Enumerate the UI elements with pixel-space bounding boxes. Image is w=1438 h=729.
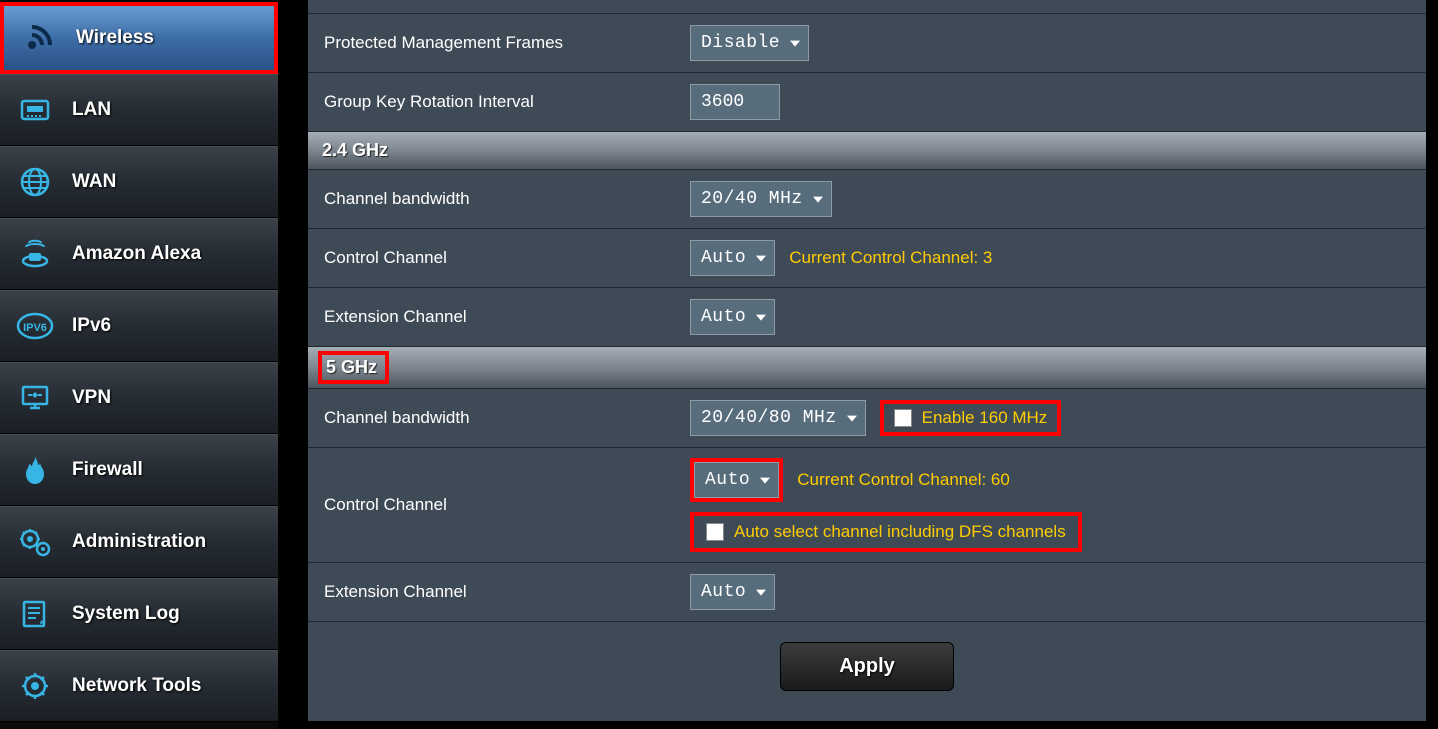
sidebar-item-firewall[interactable]: Firewall	[0, 434, 278, 506]
gkri-label: Group Key Rotation Interval	[320, 92, 690, 112]
row-24-cbw: Channel bandwidth 20/40 MHz	[308, 170, 1426, 229]
row-24-ctrl: Control Channel Auto Current Control Cha…	[308, 229, 1426, 288]
ext5-label: Extension Channel	[320, 582, 690, 602]
enable160-checkbox[interactable]	[894, 409, 912, 427]
sidebar-label: VPN	[72, 387, 111, 409]
sidebar-label: IPv6	[72, 315, 111, 337]
cbw5-select[interactable]: 20/40/80 MHz	[690, 400, 866, 436]
lan-icon	[16, 91, 54, 129]
sidebar-item-lan[interactable]: LAN	[0, 74, 278, 146]
dfs-label: Auto select channel including DFS channe…	[734, 522, 1066, 542]
ext24-label: Extension Channel	[320, 307, 690, 327]
sidebar-label: LAN	[72, 99, 111, 121]
globe-icon	[16, 163, 54, 201]
ext5-select[interactable]: Auto	[690, 574, 775, 610]
apply-button[interactable]: Apply	[780, 642, 954, 691]
row-pmf: Protected Management Frames Disable	[308, 14, 1426, 73]
sidebar-item-alexa[interactable]: Amazon Alexa	[0, 218, 278, 290]
log-icon	[16, 595, 54, 633]
alexa-icon	[16, 235, 54, 273]
vpn-icon	[16, 379, 54, 417]
sidebar-label: Administration	[72, 531, 206, 553]
ctrl5-select[interactable]: Auto	[694, 462, 779, 498]
sidebar-label: System Log	[72, 603, 180, 625]
pmf-label: Protected Management Frames	[320, 33, 690, 53]
sidebar: Wireless LAN WAN Amazon Alexa IPV6 IPv6	[0, 0, 278, 729]
sidebar-item-nettools[interactable]: Network Tools	[0, 650, 278, 722]
sidebar-item-vpn[interactable]: VPN	[0, 362, 278, 434]
sidebar-label: Network Tools	[72, 675, 202, 697]
main-content: Protected Management Frames Disable Grou…	[278, 0, 1438, 729]
sidebar-label: Amazon Alexa	[72, 243, 201, 265]
row-5-ext: Extension Channel Auto	[308, 563, 1426, 622]
section-5ghz: 5 GHz	[308, 347, 1426, 389]
fire-icon	[16, 451, 54, 489]
dfs-checkbox[interactable]	[706, 523, 724, 541]
ctrl24-label: Control Channel	[320, 248, 690, 268]
row-gkri: Group Key Rotation Interval	[308, 73, 1426, 132]
row-5-cbw: Channel bandwidth 20/40/80 MHz Enable 16…	[308, 389, 1426, 448]
ctrl5-label: Control Channel	[320, 495, 690, 515]
cog-icon	[16, 667, 54, 705]
row-empty-top	[308, 0, 1426, 14]
ctrl24-select[interactable]: Auto	[690, 240, 775, 276]
section-24ghz: 2.4 GHz	[308, 132, 1426, 170]
cbw5-label: Channel bandwidth	[320, 408, 690, 428]
sidebar-label: WAN	[72, 171, 116, 193]
row-5-ctrl: Control Channel Auto Current Control Cha…	[308, 448, 1426, 563]
sidebar-item-ipv6[interactable]: IPV6 IPv6	[0, 290, 278, 362]
ctrl5-hint: Current Control Channel: 60	[797, 470, 1010, 490]
sidebar-label: Wireless	[76, 27, 154, 49]
pmf-select[interactable]: Disable	[690, 25, 809, 61]
ctrl24-hint: Current Control Channel: 3	[789, 248, 992, 268]
sidebar-item-wan[interactable]: WAN	[0, 146, 278, 218]
sidebar-item-syslog[interactable]: System Log	[0, 578, 278, 650]
sidebar-label: Firewall	[72, 459, 143, 481]
sidebar-item-wireless[interactable]: Wireless	[0, 2, 278, 74]
cbw24-select[interactable]: 20/40 MHz	[690, 181, 832, 217]
row-24-ext: Extension Channel Auto	[308, 288, 1426, 347]
wireless-icon	[20, 19, 58, 57]
enable160-label: Enable 160 MHz	[922, 408, 1048, 428]
ext24-select[interactable]: Auto	[690, 299, 775, 335]
gkri-input[interactable]	[690, 84, 780, 120]
svg-text:IPV6: IPV6	[23, 322, 47, 334]
ipv6-icon: IPV6	[16, 307, 54, 345]
cbw24-label: Channel bandwidth	[320, 189, 690, 209]
gear-icon	[16, 523, 54, 561]
sidebar-item-admin[interactable]: Administration	[0, 506, 278, 578]
